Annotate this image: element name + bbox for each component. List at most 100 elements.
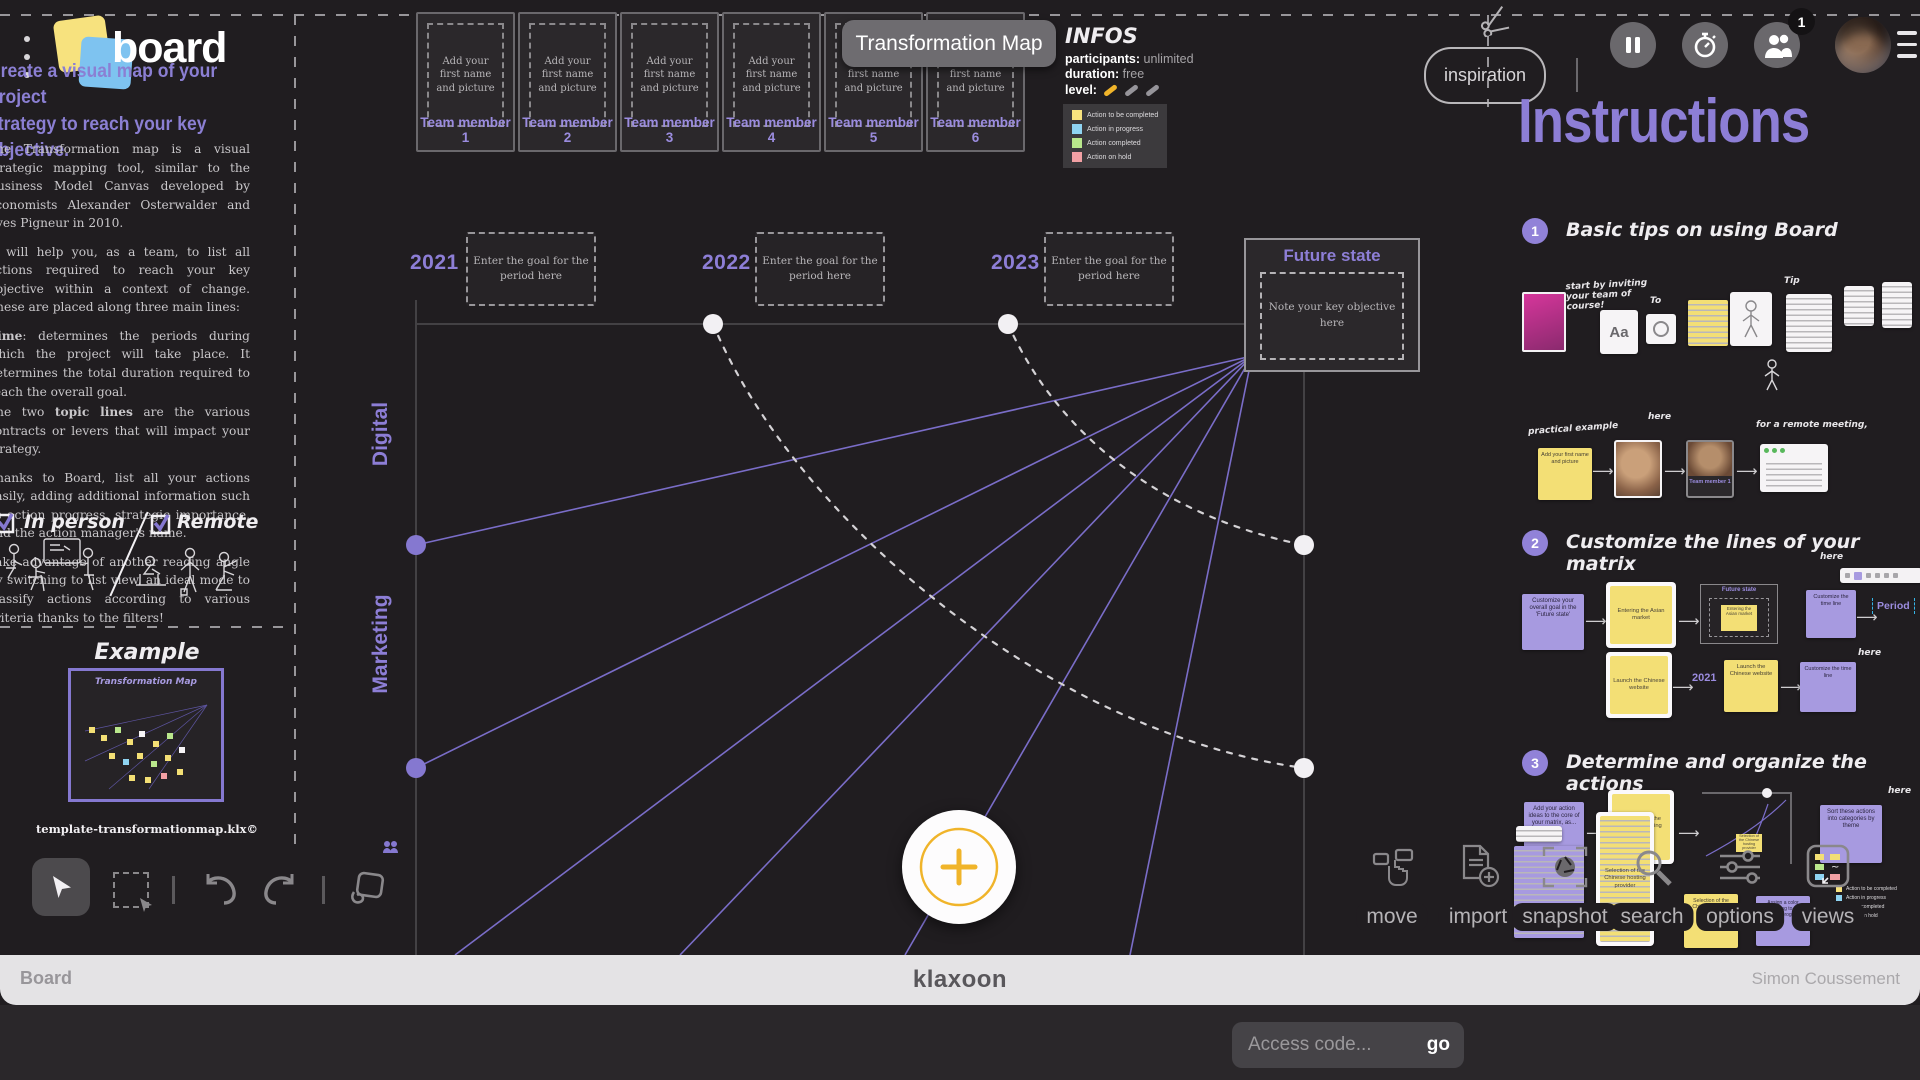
legend-swatch-pink [1072, 152, 1082, 162]
level-brush-icon [1145, 83, 1160, 96]
future-objective-input[interactable]: Note your key objective here [1260, 272, 1404, 360]
import-label: import [1439, 903, 1517, 931]
views-tool[interactable]: ~ [1806, 844, 1850, 888]
instruction-card: Launch the Chinese website [1606, 652, 1672, 718]
cursor-tool-active[interactable] [32, 858, 90, 916]
mode-remote-label: Remote [177, 511, 258, 533]
goal-box-2023[interactable]: Enter the goal for the period here [1044, 232, 1174, 306]
future-state-box[interactable]: Future state Note your key objective her… [1244, 238, 1420, 372]
arc-handle[interactable] [703, 314, 723, 334]
camera-icon [1653, 321, 1669, 337]
views-label: views [1792, 903, 1865, 931]
pause-button[interactable] [1610, 22, 1656, 68]
search-tool[interactable] [1632, 846, 1674, 888]
collaborator-icon [382, 840, 400, 854]
team-card[interactable]: Add your first name and pictureTeam memb… [620, 12, 719, 152]
menu-icon[interactable] [1897, 31, 1917, 58]
team-photo-placeholder[interactable]: Add your first name and picture [631, 23, 708, 127]
status-bar: Board klaxoon Simon Coussement [0, 955, 1920, 1005]
move-tool[interactable] [1372, 848, 1414, 888]
topic-handle[interactable] [406, 535, 426, 555]
here-note: here [1648, 412, 1671, 422]
tool-divider [322, 876, 325, 904]
snapshot-tool[interactable] [1542, 846, 1588, 888]
legend-swatch-green [1072, 138, 1082, 148]
topic-label-marketing[interactable]: Marketing [369, 594, 393, 693]
instruction-note: for a remote meeting, [1756, 420, 1868, 430]
plus-icon [917, 825, 1001, 909]
undo-button[interactable] [200, 872, 240, 906]
arrow-glyph: ⟶ [1585, 612, 1607, 630]
paragraph: It will help you, as a team, to list all… [0, 243, 250, 317]
avatar[interactable] [1835, 17, 1891, 73]
in-person-illustration [0, 537, 100, 597]
tool-divider [172, 876, 175, 904]
import-tool[interactable] [1458, 844, 1502, 890]
instruction-sticky: Customize the time line [1806, 590, 1856, 638]
svg-text:~: ~ [1831, 862, 1839, 873]
level-brush-icon [1124, 83, 1139, 96]
arc-handle[interactable] [1294, 758, 1314, 778]
arc-handle[interactable] [998, 314, 1018, 334]
instruction-card [1730, 292, 1772, 346]
board-title-pill[interactable]: Transformation Map [842, 20, 1056, 67]
team-card[interactable]: Add your first name and pictureTeam memb… [722, 12, 821, 152]
lasso-tool[interactable] [348, 870, 386, 908]
figure-doodle [1760, 358, 1784, 392]
user-name: Simon Coussement [1752, 969, 1900, 989]
example-thumbnail[interactable]: Transformation Map [68, 668, 224, 802]
instruction-sticky: Customize the time line [1800, 662, 1856, 712]
team-card-label: Team member 3 [622, 115, 717, 145]
snapshot-label: snapshot [1512, 903, 1617, 931]
future-state-thumb: Future state Entering the Asian market [1700, 584, 1778, 644]
team-card-label: Team member 2 [520, 115, 615, 145]
team-photo-placeholder[interactable]: Add your first name and picture [733, 23, 810, 127]
panel-divider [0, 626, 294, 628]
team-card[interactable]: Add your first name and pictureTeam memb… [416, 12, 515, 152]
timer-button[interactable] [1682, 22, 1728, 68]
team-card-label: Team member 4 [724, 115, 819, 145]
klaxoon-logo: klaxoon [0, 966, 1920, 994]
access-code-field[interactable]: go [1232, 1022, 1464, 1068]
team-photo-placeholder[interactable]: Add your first name and picture [427, 23, 504, 127]
arrow-glyph: ⟶ [1672, 678, 1694, 696]
year-label[interactable]: 2021 [410, 251, 459, 275]
section-number: 2 [1522, 530, 1548, 556]
team-card[interactable]: Add your first name and pictureTeam memb… [518, 12, 617, 152]
access-code-input[interactable] [1246, 1033, 1427, 1057]
team-photo-placeholder[interactable]: Add your first name and picture [529, 23, 606, 127]
add-element-button[interactable] [902, 810, 1016, 924]
instruction-note: To [1650, 296, 1661, 306]
list-item: Time: determines the periods during whic… [0, 327, 250, 401]
text-tool-card: Aa [1600, 310, 1638, 354]
section-title: Basic tips on using Board [1566, 219, 1838, 241]
options-tool[interactable] [1718, 848, 1762, 886]
arc-handle[interactable] [1294, 535, 1314, 555]
year-label[interactable]: 2022 [702, 251, 751, 275]
cursor-icon [138, 897, 154, 913]
goal-box-2022[interactable]: Enter the goal for the period here [755, 232, 885, 306]
stopwatch-icon [1691, 31, 1719, 59]
infos-title: INFOS [1065, 24, 1194, 48]
goal-box-2021[interactable]: Enter the goal for the period here [466, 232, 596, 306]
instruction-card: Entering the Asian market [1606, 582, 1676, 648]
bottom-nav: Home Networks Questions go Search [0, 1005, 1920, 1080]
infos-block: INFOS participants: unlimited duration: … [1065, 24, 1194, 97]
year-thumb: 2021 [1692, 672, 1716, 684]
remote-checkbox[interactable] [150, 513, 172, 535]
in-person-checkbox[interactable] [0, 512, 16, 534]
instruction-card [1844, 286, 1874, 326]
topic-label-digital[interactable]: Digital [369, 402, 393, 466]
year-label[interactable]: 2023 [991, 251, 1040, 275]
redo-button[interactable] [260, 872, 300, 906]
team-card-label: Team member 1 [418, 115, 513, 145]
example-caption: template-transformationmap.klx© [0, 822, 294, 836]
marquee-select-tool[interactable] [113, 872, 149, 908]
go-button[interactable]: go [1427, 1034, 1450, 1056]
mode-in-person-label: In person [24, 511, 125, 533]
topic-handle[interactable] [406, 758, 426, 778]
here-note: here [1858, 648, 1881, 658]
example-title: Example [0, 640, 294, 665]
camera-card [1646, 314, 1676, 344]
instruction-card [1516, 826, 1562, 842]
